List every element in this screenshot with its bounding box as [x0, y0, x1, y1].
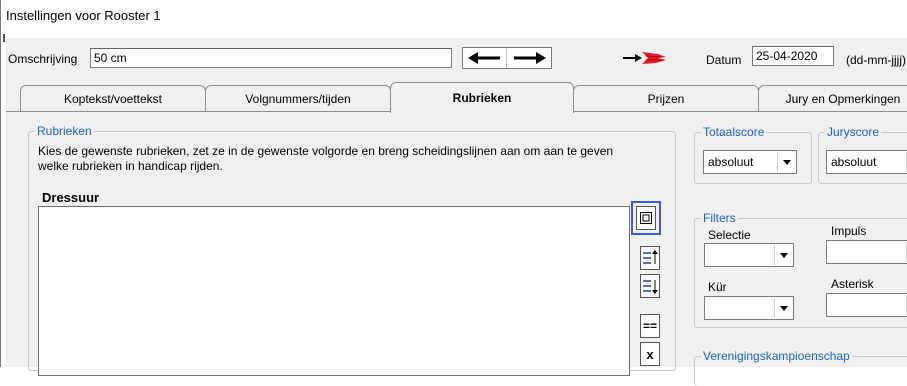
tab-label: Prijzen: [647, 91, 685, 106]
kur-label: Kür: [708, 280, 727, 294]
totaalscore-title: Totaalscore: [701, 125, 767, 139]
window-title: Instellingen voor Rooster 1: [6, 8, 161, 23]
next-button[interactable]: [507, 48, 551, 68]
rubrieken-group-title: Rubrieken: [35, 124, 94, 138]
tab-label: Jury en Opmerkingen: [785, 91, 901, 106]
delete-button[interactable]: x: [640, 342, 660, 366]
selectie-select[interactable]: [704, 243, 794, 267]
arrow-left-icon: [467, 52, 500, 64]
filters-title: Filters: [701, 211, 738, 225]
tab-rubrieken[interactable]: Rubrieken: [390, 82, 574, 113]
tab-label: Koptekst/voettekst: [63, 91, 163, 106]
navigation-arrows: [462, 47, 552, 69]
datum-format-hint: (dd-mm-jjjj): [846, 53, 906, 67]
tab-volgnummers-tijden[interactable]: Volgnummers/tijden: [205, 85, 391, 111]
omschrijving-label: Omschrijving: [8, 52, 78, 66]
red-arrow-icon: [623, 52, 666, 64]
list-title: Dressuur: [42, 190, 100, 205]
tab-label: Volgnummers/tijden: [245, 91, 351, 106]
impuls-select[interactable]: [826, 240, 907, 264]
rubrieken-description: Kies de gewenste rubrieken, zet ze in de…: [38, 144, 672, 174]
totaalscore-value: absoluut: [708, 155, 754, 169]
tab-label: Rubrieken: [452, 91, 512, 105]
move-up-icon: [643, 250, 658, 264]
separator-button[interactable]: ==: [640, 314, 660, 338]
selectie-label: Selectie: [708, 228, 751, 242]
verenigingskampioenschap-group: Verenigingskampioenschap: [694, 349, 907, 386]
chevron-down-icon: [774, 245, 792, 265]
window-icon: [640, 212, 652, 224]
impuls-label: Impuls: [831, 224, 867, 238]
chevron-down-icon: [774, 298, 792, 318]
rubrieken-description-line2: welke rubrieken in handicap rijden.: [38, 159, 223, 173]
kur-select[interactable]: [704, 296, 794, 320]
move-down-icon: [643, 280, 658, 294]
rubrieken-description-line1: Kies de gewenste rubrieken, zet ze in de…: [38, 144, 614, 158]
asterisk-label: Asterisk: [831, 277, 874, 291]
verenigingskampioenschap-title: Verenigingskampioenschap: [701, 349, 852, 363]
asterisk-select[interactable]: [826, 293, 907, 317]
move-up-button[interactable]: [640, 246, 660, 270]
chevron-down-icon: [777, 152, 795, 172]
juryscore-value: absoluut: [831, 155, 877, 169]
rubrieken-listbox[interactable]: [38, 206, 630, 376]
move-down-button[interactable]: [640, 274, 660, 298]
previous-button[interactable]: [463, 48, 507, 68]
juryscore-title: Juryscore: [825, 125, 882, 139]
arrow-right-icon: [514, 52, 546, 64]
datum-label: Datum: [706, 53, 742, 67]
tab-prijzen[interactable]: Prijzen: [573, 85, 759, 111]
totaalscore-select[interactable]: absoluut: [703, 150, 797, 174]
separator-glyph: ==: [642, 319, 657, 333]
datum-input[interactable]: 25-04-2020: [752, 46, 834, 66]
juryscore-select[interactable]: absoluut: [826, 150, 907, 174]
window-edge-mark: [3, 34, 5, 42]
window-left-edge: [0, 0, 3, 367]
delete-glyph: x: [646, 346, 654, 362]
select-rubrieken-button[interactable]: [636, 206, 656, 230]
red-arrow-button[interactable]: [622, 48, 668, 71]
tab-jury-en-opmerkingen[interactable]: Jury en Opmerkingen: [758, 85, 907, 111]
tab-koptekst-voettekst[interactable]: Koptekst/voettekst: [20, 85, 206, 111]
omschrijving-input[interactable]: 50 cm: [90, 48, 452, 68]
